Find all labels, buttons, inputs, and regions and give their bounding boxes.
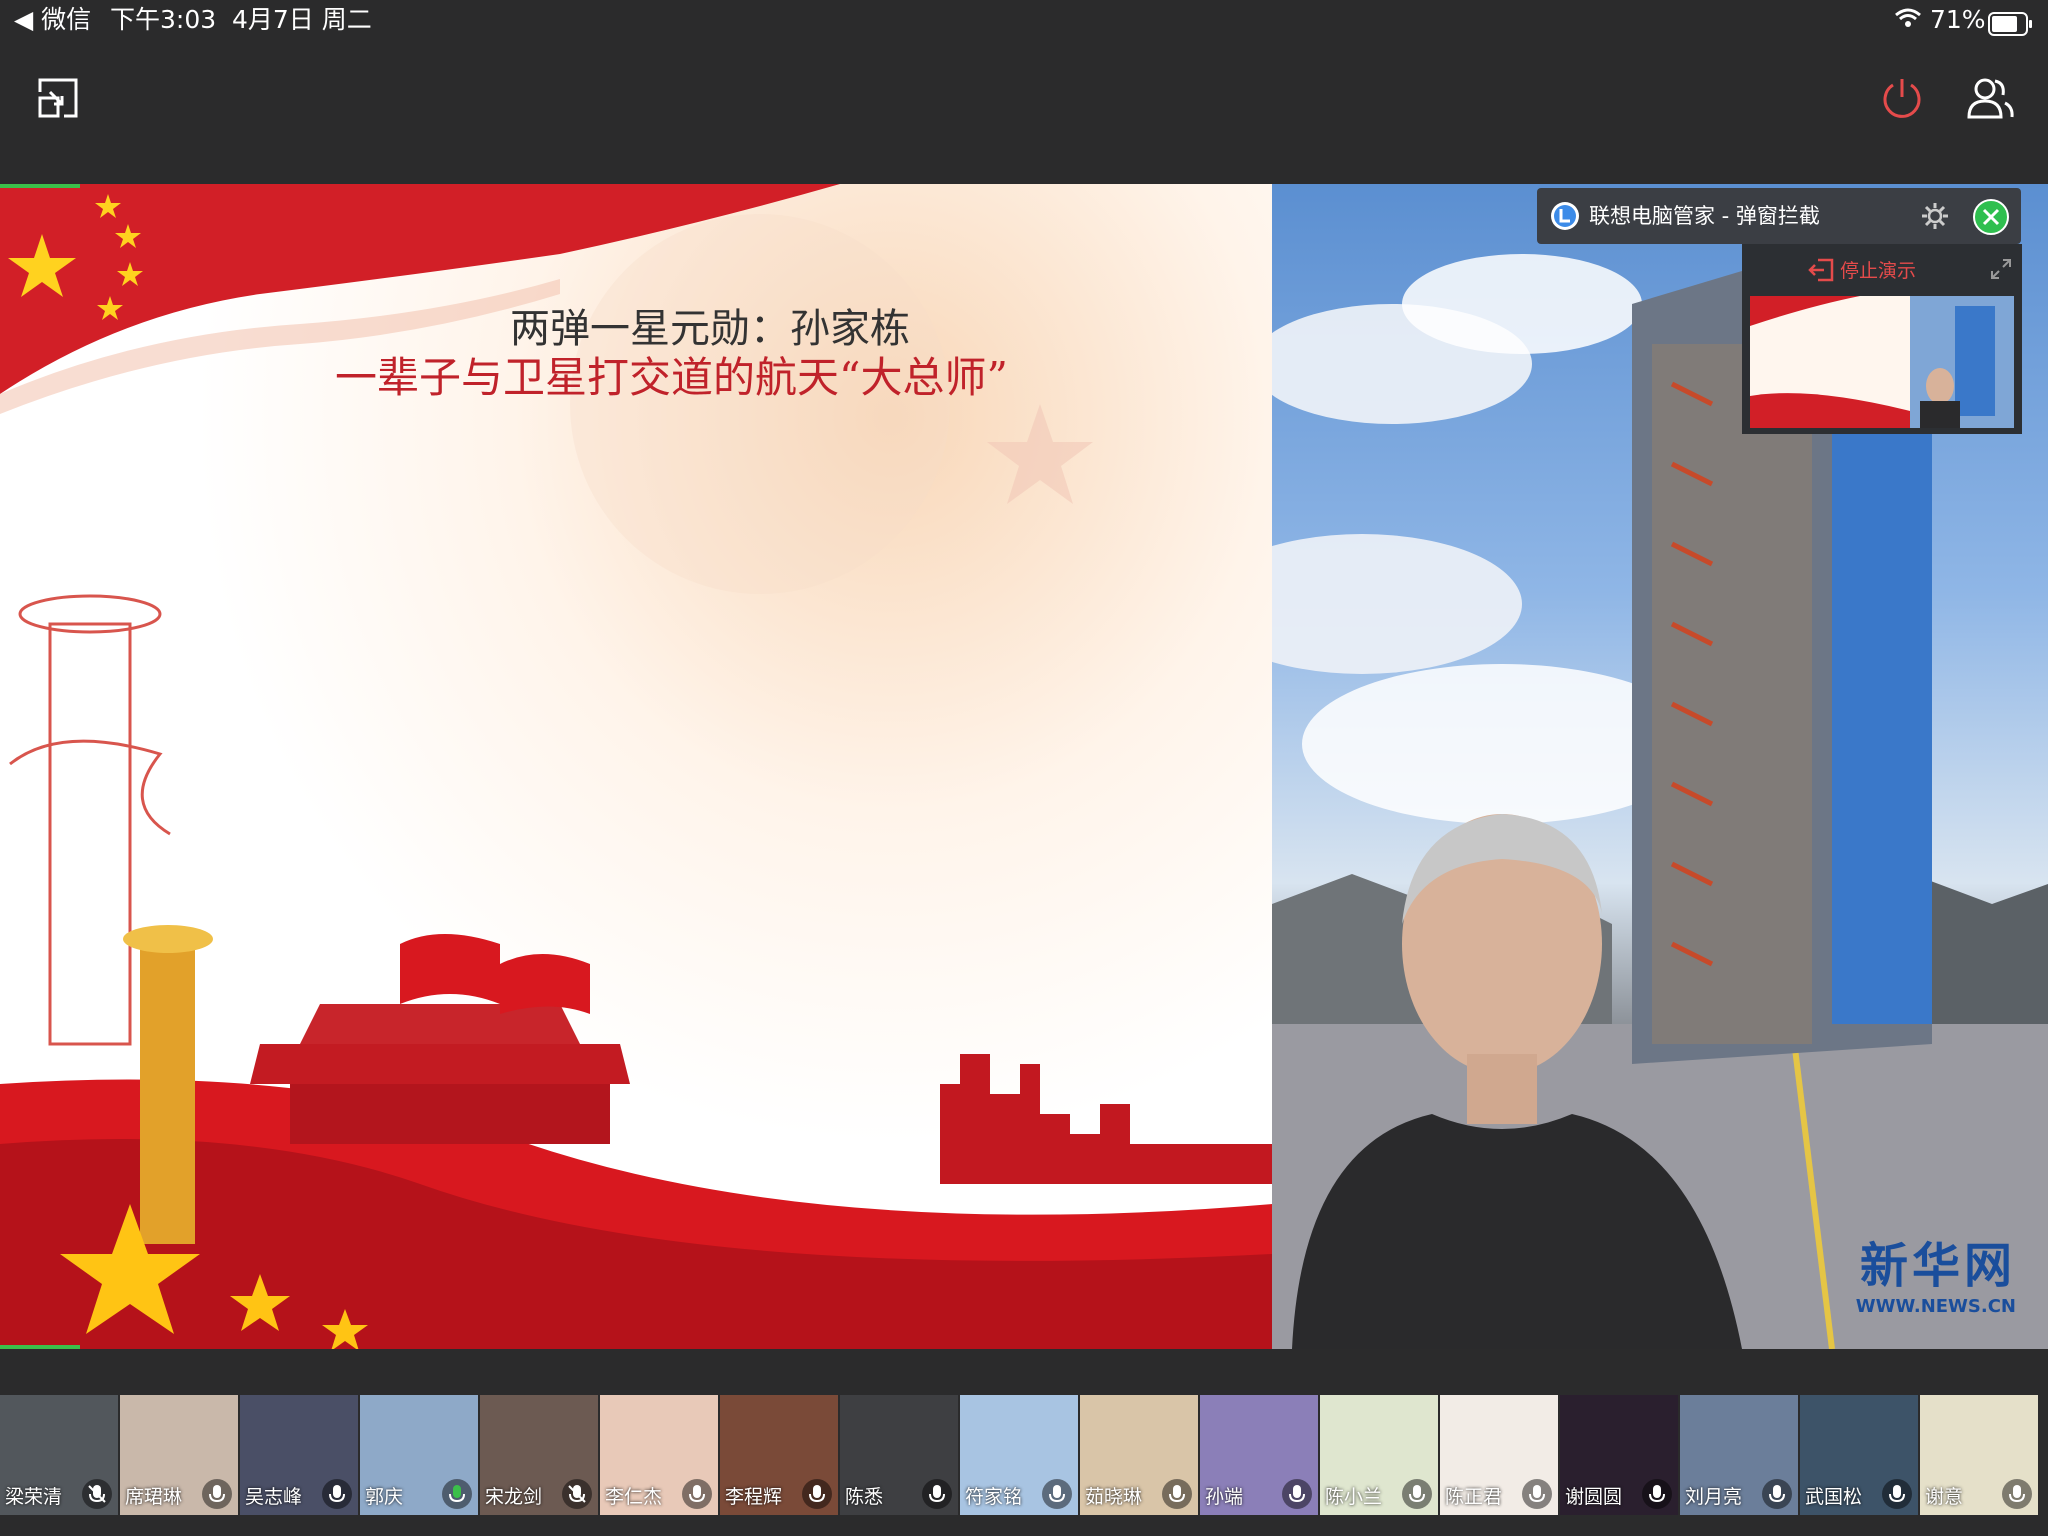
participant-name: 茹晓琳 — [1085, 1486, 1143, 1508]
participant-tile[interactable]: 李程辉 — [720, 1395, 838, 1515]
participant-name: 谢圆圆 — [1565, 1486, 1623, 1508]
participant-tile[interactable]: 吴志峰 — [240, 1395, 358, 1515]
participant-tile[interactable]: 武国松 — [1800, 1395, 1918, 1515]
participant-name: 李仁杰 — [605, 1486, 663, 1508]
participant-name: 郭庆 — [365, 1486, 404, 1508]
mic-icon — [202, 1479, 232, 1509]
participant-name: 符家铭 — [965, 1486, 1023, 1508]
mic-icon — [322, 1479, 352, 1509]
participant-name: 陈小兰 — [1325, 1486, 1383, 1508]
participant-name: 梁荣清 — [5, 1486, 63, 1508]
participant-tile[interactable]: 郭庆 — [360, 1395, 478, 1515]
lenovo-logo-icon — [1549, 200, 1581, 236]
participant-name: 武国松 — [1805, 1486, 1863, 1508]
mic-icon — [1882, 1479, 1912, 1509]
participant-name: 宋龙剑 — [485, 1486, 543, 1508]
mic-icon — [2002, 1479, 2032, 1509]
xinhua-watermark: 新华网 WWW.NEWS.CN — [1856, 1226, 2016, 1317]
participant-tile[interactable]: 陈小兰 — [1320, 1395, 1438, 1515]
watermark-main: 新华网 — [1859, 1238, 2016, 1294]
popup-title: 联想电脑管家 - 弹窗拦截 — [1589, 204, 1820, 228]
mic-icon — [1402, 1479, 1432, 1509]
mic-icon — [1162, 1479, 1192, 1509]
presentation-preview-panel: 停止演示 — [1742, 244, 2022, 434]
back-to-app[interactable]: ◀ 微信 — [14, 0, 91, 40]
participant-name: 吴志峰 — [245, 1486, 303, 1508]
participant-tile[interactable]: 孙端 — [1200, 1395, 1318, 1515]
mic-icon — [802, 1479, 832, 1509]
status-bar: ◀ 微信 下午3:03 4月7日 周二 71% — [0, 0, 2048, 40]
mic-icon — [1042, 1479, 1072, 1509]
settings-gear-icon[interactable] — [1921, 202, 1949, 234]
wifi-icon — [1894, 2, 1922, 42]
participant-tile[interactable]: 茹晓琳 — [1080, 1395, 1198, 1515]
stop-presentation-button[interactable]: 停止演示 — [1840, 256, 1916, 283]
mic-icon — [922, 1479, 952, 1509]
status-date: 4月7日 周二 — [232, 5, 372, 34]
mic-icon — [1762, 1479, 1792, 1509]
mic-active-icon — [442, 1479, 472, 1509]
participant-name: 谢意 — [1925, 1486, 1964, 1508]
exit-fullscreen-icon[interactable] — [30, 70, 86, 126]
participant-name: 李程辉 — [725, 1486, 783, 1508]
participant-tile[interactable]: 李仁杰 — [600, 1395, 718, 1515]
meeting-toolbar — [0, 40, 2048, 184]
close-popup-icon[interactable] — [1972, 198, 2010, 240]
participant-tile[interactable]: 刘月亮 — [1680, 1395, 1798, 1515]
watermark-url: WWW.NEWS.CN — [1855, 1296, 2016, 1317]
participants-strip: 梁荣清 席珺琳 吴志峰 郭庆 宋龙剑 李仁杰 李程辉 陈悉 符家铭 茹晓琳 孙端 — [0, 1395, 2048, 1515]
mic-icon — [682, 1479, 712, 1509]
participant-tile[interactable]: 宋龙剑 — [480, 1395, 598, 1515]
power-icon[interactable] — [1874, 70, 1930, 126]
mic-icon — [1642, 1479, 1672, 1509]
popup-blocker-bar: 联想电脑管家 - 弹窗拦截 — [1537, 188, 2021, 244]
participant-name: 陈正君 — [1445, 1486, 1503, 1508]
participant-tile[interactable]: 陈正君 — [1440, 1395, 1558, 1515]
participant-tile[interactable]: 梁荣清 — [0, 1395, 118, 1515]
participant-tile[interactable]: 陈悉 — [840, 1395, 958, 1515]
participant-name: 陈悉 — [845, 1486, 884, 1508]
presentation-slide: 两弹一星元勋：孙家栋 一辈子与卫星打交道的航天“大总师” — [0, 184, 1272, 1349]
participant-name: 刘月亮 — [1685, 1486, 1743, 1508]
participants-icon[interactable] — [1962, 70, 2018, 126]
mic-icon — [1282, 1479, 1312, 1509]
mic-muted-icon — [82, 1479, 112, 1509]
mic-icon — [1522, 1479, 1552, 1509]
slide-subtitle: 一辈子与卫星打交道的航天“大总师” — [335, 353, 1008, 402]
stop-share-icon[interactable] — [1808, 258, 1834, 286]
participant-tile[interactable]: 符家铭 — [960, 1395, 1078, 1515]
participant-name: 席珺琳 — [125, 1486, 183, 1508]
participant-tile[interactable]: 谢意 — [1920, 1395, 2038, 1515]
battery-percent: 71% — [1930, 5, 1986, 34]
mic-muted-icon — [562, 1479, 592, 1509]
presentation-thumbnail — [1750, 296, 2014, 428]
status-time: 下午3:03 — [110, 5, 217, 34]
thumbnail-image — [1750, 296, 2014, 428]
participant-tile[interactable]: 谢圆圆 — [1560, 1395, 1678, 1515]
shared-screen: 两弹一星元勋：孙家栋 一辈子与卫星打交道的航天“大总师” 新华网 WWW.NEW… — [0, 184, 2048, 1349]
participant-tile[interactable]: 席珺琳 — [120, 1395, 238, 1515]
participant-name: 孙端 — [1205, 1486, 1244, 1508]
expand-icon[interactable] — [1990, 258, 2012, 284]
